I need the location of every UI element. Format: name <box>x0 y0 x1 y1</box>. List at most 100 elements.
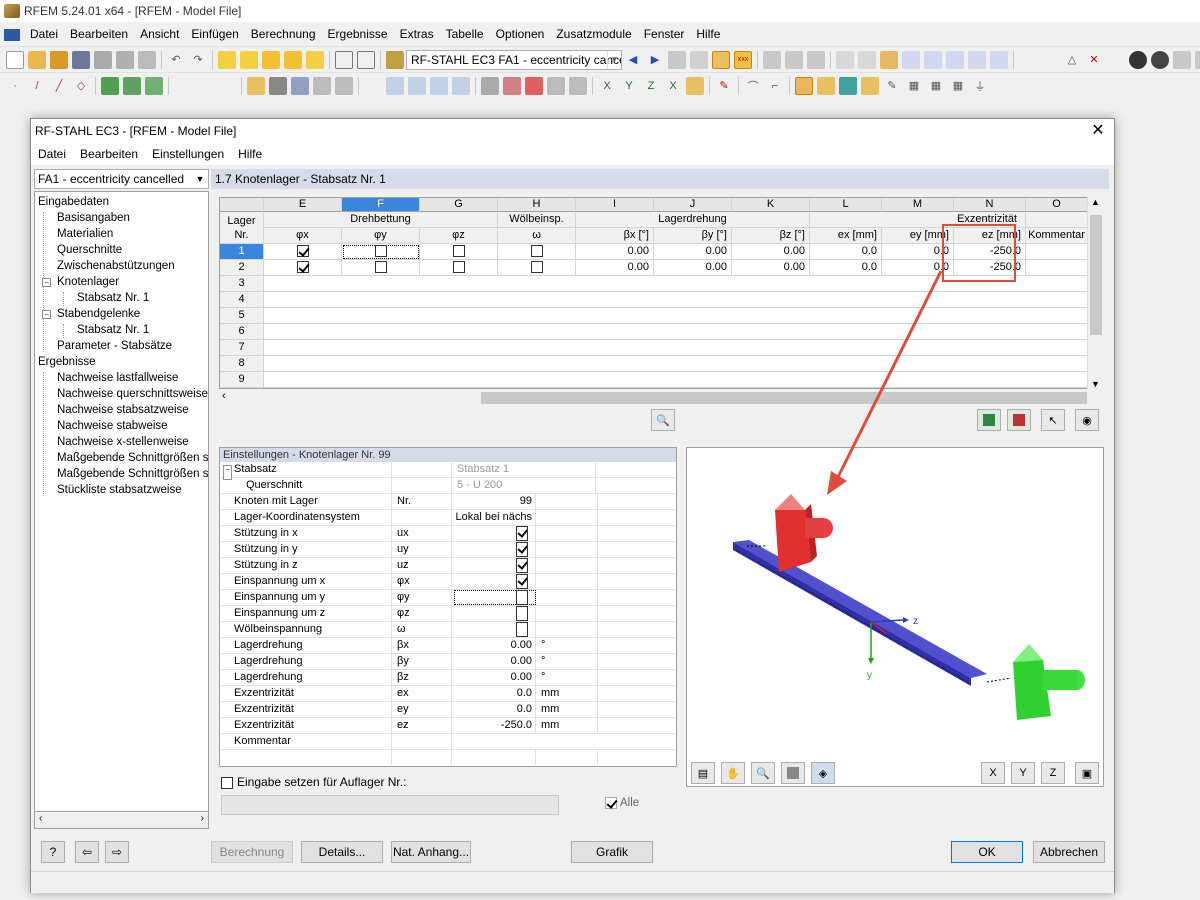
excel-export-icon[interactable] <box>977 409 1001 431</box>
col-letter-e[interactable]: E <box>264 198 342 212</box>
tree-node-stabendgelenke[interactable]: Stabendgelenke <box>57 306 140 322</box>
render-view-icon[interactable] <box>839 76 857 95</box>
apply-to-supports-row[interactable]: Eingabe setzen für Auflager Nr.: <box>221 773 521 791</box>
cs4-icon[interactable] <box>313 76 331 95</box>
mesh-icon[interactable] <box>364 77 382 95</box>
mesh2-icon[interactable] <box>386 76 404 95</box>
grid-view2-icon[interactable]: ▦ <box>927 77 945 95</box>
zoom-icon[interactable] <box>240 50 258 69</box>
settings-value[interactable]: Lokal bei nächs <box>454 510 536 525</box>
checkbox-icon[interactable] <box>296 261 309 274</box>
show-results-icon[interactable] <box>712 50 730 69</box>
dim-icon[interactable]: ⌒ <box>744 77 762 95</box>
app-menu-icon[interactable] <box>0 22 24 46</box>
support-numbers-input[interactable] <box>221 795 559 815</box>
ground-icon[interactable]: ⏚ <box>971 77 989 95</box>
checkbox-icon[interactable] <box>530 261 543 274</box>
menu-zusatzmodule[interactable]: Zusatzmodule <box>550 22 637 46</box>
menu-bearbeiten[interactable]: Bearbeiten <box>64 22 134 46</box>
load-icon[interactable] <box>174 77 192 95</box>
cell-ex[interactable]: 0.0 <box>810 244 882 260</box>
undo-icon[interactable]: ↶ <box>167 51 185 69</box>
table-row[interactable] <box>264 324 1088 340</box>
tree-node-massgebende-schnittgroessen-1[interactable]: Maßgebende Schnittgrößen sta <box>57 450 208 466</box>
settings-value[interactable] <box>454 542 536 557</box>
dlg-menu-datei[interactable]: Datei <box>31 143 73 165</box>
tree-node-nachweise-stabweise[interactable]: Nachweise stabweise <box>57 418 168 434</box>
wire-icon[interactable] <box>795 76 813 95</box>
checkbox-icon[interactable] <box>374 245 387 258</box>
menu-datei[interactable]: Datei <box>24 22 64 46</box>
menu-berechnung[interactable]: Berechnung <box>245 22 322 46</box>
cs2-icon[interactable] <box>269 76 287 95</box>
check-icon[interactable] <box>503 76 521 95</box>
transparency-icon[interactable] <box>861 76 879 95</box>
print-icon[interactable] <box>116 50 134 69</box>
pen-icon[interactable]: ✎ <box>715 77 733 95</box>
col-letter-g[interactable]: G <box>420 198 498 212</box>
calc-icon[interactable] <box>481 76 499 95</box>
menu-ergebnisse[interactable]: Ergebnisse <box>322 22 394 46</box>
checkbox-icon[interactable] <box>452 261 465 274</box>
col-letter-k[interactable]: K <box>732 198 810 212</box>
checkbox-icon[interactable] <box>296 245 309 258</box>
settings-value[interactable]: 0.00 <box>454 638 536 653</box>
render2-icon[interactable] <box>1151 50 1169 69</box>
settings-value[interactable] <box>454 574 536 589</box>
checkbox-icon[interactable] <box>516 574 528 589</box>
design-case-select[interactable]: FA1 - eccentricity cancelled ▼ <box>34 169 209 189</box>
cell-omega[interactable] <box>498 244 576 260</box>
view-x-icon[interactable]: X <box>981 762 1005 784</box>
view-x-icon[interactable]: X <box>598 77 616 95</box>
cell-phiy[interactable] <box>342 260 420 276</box>
col-letter-j[interactable]: J <box>654 198 732 212</box>
row-header[interactable]: 3 <box>220 276 264 292</box>
tree-node-querschnitte[interactable]: Querschnitte <box>57 242 122 258</box>
model-graphic-view[interactable]: z y ▤ ✋ 🔍 ◈ X Y Z ▣ <box>686 447 1104 787</box>
help-icon[interactable]: ? <box>41 841 65 863</box>
view-sel-icon[interactable] <box>686 76 704 95</box>
cell-phiz[interactable] <box>420 244 498 260</box>
table-horizontal-scrollbar[interactable]: ‹ <box>219 389 1103 406</box>
checkbox-icon[interactable] <box>605 797 617 809</box>
checkbox-icon[interactable] <box>530 245 543 258</box>
result-diagram2-icon[interactable] <box>807 50 825 69</box>
view-icon[interactable] <box>1195 50 1200 69</box>
cs-icon[interactable] <box>247 76 265 95</box>
results-values-icon[interactable] <box>690 50 708 69</box>
cell-omega[interactable] <box>498 260 576 276</box>
error-icon[interactable] <box>525 76 543 95</box>
cell-betay[interactable]: 0.00 <box>654 260 732 276</box>
row-header[interactable]: 5 <box>220 308 264 324</box>
collapse-icon[interactable]: − <box>42 310 51 319</box>
cell-kommentar[interactable] <box>1026 260 1088 276</box>
table-icon[interactable] <box>335 50 353 69</box>
grafik-button[interactable]: Grafik <box>571 841 653 863</box>
color-icon[interactable] <box>1173 50 1191 69</box>
line-icon[interactable]: / <box>28 77 46 95</box>
open-model-icon[interactable] <box>50 50 68 69</box>
filter-icon[interactable] <box>1107 51 1125 69</box>
scroll-thumb[interactable] <box>481 392 1087 404</box>
delete-icon[interactable]: ✕ <box>1085 51 1103 69</box>
berechnung-button[interactable]: Berechnung <box>211 841 293 863</box>
cell-phix[interactable] <box>264 260 342 276</box>
tree-node-parameter-stabsaetze[interactable]: Parameter - Stabsätze <box>57 338 172 354</box>
print-report-icon[interactable] <box>138 50 156 69</box>
settings-value[interactable] <box>454 590 536 605</box>
cs3-icon[interactable] <box>291 76 309 95</box>
xxx-icon[interactable]: xxx <box>734 50 752 69</box>
col-letter-f[interactable]: F <box>342 198 420 212</box>
scroll-right-icon[interactable]: › <box>201 813 204 824</box>
view-z-icon[interactable]: Z <box>642 77 660 95</box>
scroll-up-icon[interactable]: ▲ <box>1091 197 1100 207</box>
checkbox-icon[interactable] <box>221 776 233 789</box>
dim2-icon[interactable]: ⌐ <box>766 77 784 95</box>
dlg-menu-einstellungen[interactable]: Einstellungen <box>145 143 231 165</box>
abbrechen-button[interactable]: Abbrechen <box>1033 841 1105 863</box>
menu-optionen[interactable]: Optionen <box>490 22 551 46</box>
menu-fenster[interactable]: Fenster <box>638 22 691 46</box>
excel-import-icon[interactable] <box>1007 409 1031 431</box>
tree-node-knotenlager-stabsatz-1[interactable]: Stabsatz Nr. 1 <box>77 290 149 306</box>
row-header[interactable]: 2 <box>220 260 264 276</box>
